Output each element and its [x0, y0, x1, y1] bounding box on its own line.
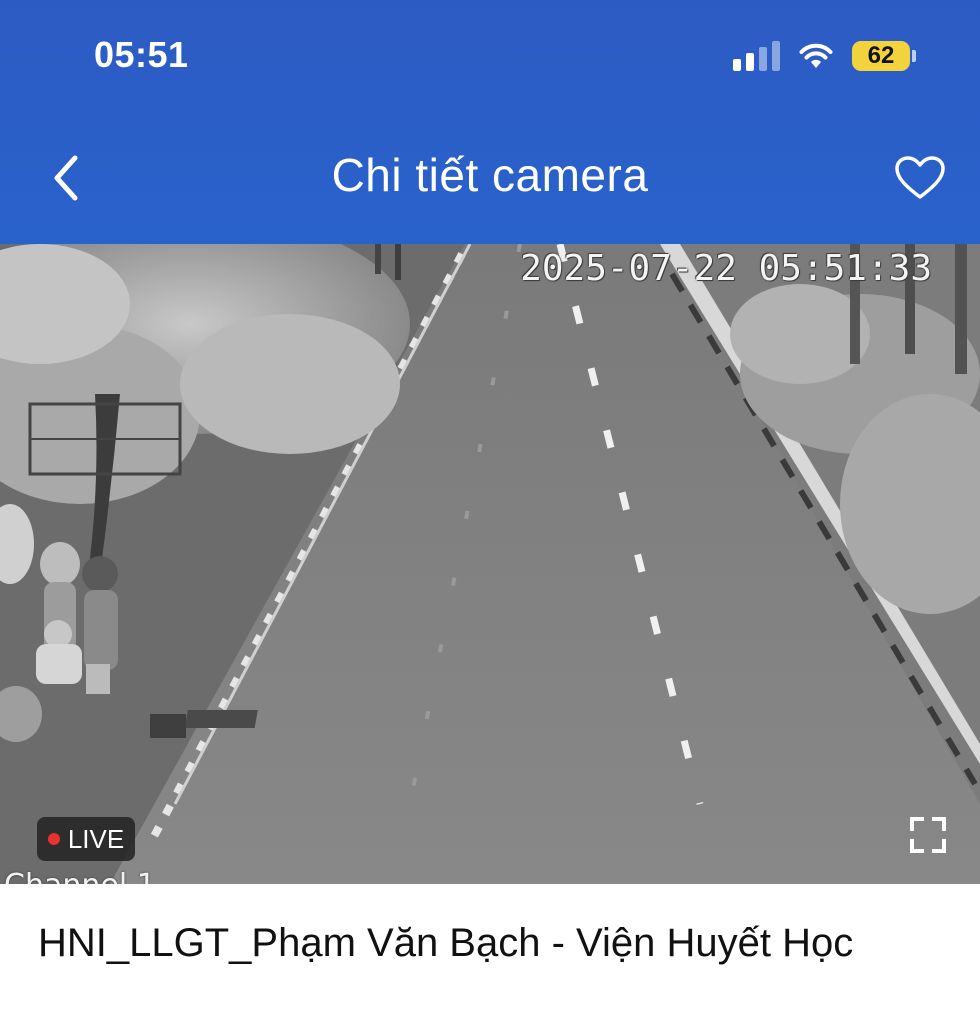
battery-level: 62 [852, 41, 910, 71]
favorite-button[interactable] [892, 150, 948, 206]
heart-outline-icon [895, 156, 945, 199]
status-icons: 62 [733, 36, 916, 76]
cellular-signal-icon [733, 41, 780, 71]
camera-name: HNI_LLGT_Phạm Văn Bạch - Viện Huyết Học [38, 921, 854, 965]
app-header: 05:51 62 Chi tiết camera [0, 0, 980, 244]
live-label: LIVE [67, 823, 125, 854]
camera-timestamp: 2025-07-22 05:51:33 [520, 248, 932, 289]
camera-detail-screen: 05:51 62 Chi tiết camera 2025-07-22 05:5… [0, 0, 980, 1024]
page-title: Chi tiết camera [331, 149, 649, 201]
status-time: 05:51 [94, 34, 189, 75]
camera-frame-image [0, 244, 980, 884]
live-badge: LIVE [37, 817, 135, 861]
battery-icon: 62 [852, 41, 916, 71]
camera-feed[interactable]: 2025-07-22 05:51:33 LIVE Channel 1 [0, 244, 980, 884]
wifi-icon [799, 43, 833, 68]
camera-info: HNI_LLGT_Phạm Văn Bạch - Viện Huyết Học [0, 884, 980, 1024]
channel-label: Channel 1 [4, 868, 156, 884]
fullscreen-icon [910, 817, 946, 853]
fullscreen-button[interactable] [908, 815, 948, 855]
live-dot-icon [47, 833, 60, 845]
